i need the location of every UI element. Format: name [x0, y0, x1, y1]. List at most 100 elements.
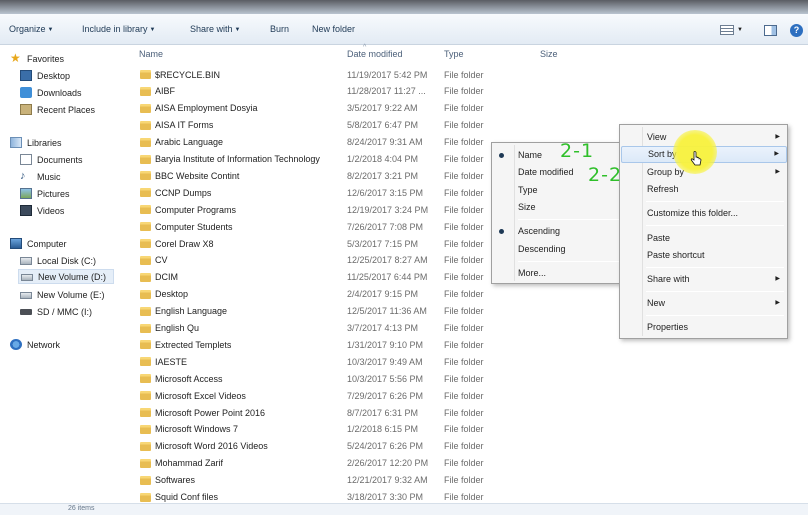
file-row[interactable]: AISA IT Forms 5/8/2017 6:47 PM File folder: [137, 117, 557, 134]
menu-label: Ascending: [518, 226, 561, 236]
folder-icon: [140, 340, 151, 350]
folder-icon: [140, 391, 151, 401]
nav-label: Favorites: [27, 53, 65, 64]
file-row[interactable]: AISA Employment Dosyia 3/5/2017 9:22 AM Fi…: [137, 100, 557, 117]
change-view-button[interactable]: ▼: [720, 23, 743, 37]
menu-separator: [646, 201, 784, 202]
file-type: File folder: [444, 407, 484, 418]
file-type: File folder: [444, 441, 484, 452]
file-row[interactable]: IAESTE 10/3/2017 9:49 AM File folder: [137, 353, 557, 370]
file-date: 3/18/2017 3:30 PM: [347, 492, 424, 502]
nav-label: Network: [27, 339, 61, 350]
nav-desktop[interactable]: Desktop: [20, 68, 70, 83]
menu-separator: [518, 261, 622, 262]
context-properties-item[interactable]: Properties: [620, 319, 787, 336]
nav-downloads[interactable]: Downloads: [20, 85, 82, 100]
column-header-size[interactable]: Size: [540, 49, 558, 59]
file-name: Computer Programs: [155, 204, 237, 215]
column-header-type[interactable]: Type: [444, 49, 464, 59]
help-icon: ?: [790, 23, 803, 37]
hand-cursor-icon: [690, 151, 702, 166]
menu-label: New: [647, 298, 666, 308]
file-row[interactable]: Extrected Templets 1/31/2017 9:10 PM File …: [137, 336, 557, 353]
file-date: 12/19/2017 3:24 PM: [347, 204, 429, 215]
nav-computer[interactable]: Computer: [10, 236, 67, 251]
file-row[interactable]: Mohammad Zarif 2/26/2017 12:20 PM File fol…: [137, 455, 557, 472]
sort-size-item[interactable]: Size: [492, 199, 625, 216]
sort-descending-item[interactable]: Descending: [492, 241, 625, 258]
context-customize-item[interactable]: Customize this folder...: [620, 205, 787, 222]
file-row[interactable]: Microsoft Word 2016 Videos 5/24/2017 6:26…: [137, 438, 557, 455]
file-type: File folder: [444, 424, 484, 435]
file-date: 8/2/2017 3:21 PM: [347, 170, 419, 181]
nav-new-volume-d[interactable]: New Volume (D:): [18, 269, 114, 284]
column-header-name[interactable]: Name: [139, 49, 163, 59]
file-row[interactable]: Softwares 12/21/2017 9:32 AM File folder: [137, 472, 557, 489]
sort-more-item[interactable]: More...: [492, 265, 625, 282]
include-in-library-label: Include in library: [82, 24, 148, 34]
sort-name-item[interactable]: Name: [492, 147, 625, 164]
file-type: File folder: [444, 458, 484, 469]
file-row[interactable]: Desktop 2/4/2017 9:15 PM File folder: [137, 286, 557, 303]
file-row[interactable]: English Qu 3/7/2017 4:13 PM File folder: [137, 320, 557, 337]
preview-pane-button[interactable]: [764, 23, 777, 37]
context-paste-shortcut-item[interactable]: Paste shortcut: [620, 247, 787, 264]
new-folder-button[interactable]: New folder: [312, 24, 355, 34]
context-paste-item[interactable]: Paste: [620, 230, 787, 247]
file-name: DCIM: [155, 272, 178, 283]
file-row[interactable]: $RECYCLE.BIN 11/19/2017 5:42 PM File folde…: [137, 66, 557, 83]
file-type: File folder: [444, 306, 484, 317]
folder-icon: [140, 205, 151, 215]
burn-label: Burn: [270, 24, 290, 34]
menu-separator: [646, 267, 784, 268]
file-row[interactable]: AIBF 11/28/2017 11:27 ... File folder: [137, 83, 557, 100]
menu-label: Name: [518, 150, 543, 160]
folder-icon: [140, 255, 151, 265]
file-date: 7/29/2017 6:26 PM: [347, 390, 424, 401]
sort-ascending-item[interactable]: Ascending: [492, 223, 625, 240]
nav-label: Music: [37, 171, 61, 182]
file-row[interactable]: English Language 12/5/2017 11:36 AM File f…: [137, 303, 557, 320]
file-row[interactable]: Microsoft Excel Videos 7/29/2017 6:26 PM F…: [137, 387, 557, 404]
file-date: 1/31/2017 9:10 PM: [347, 339, 424, 350]
nav-sd-mmc[interactable]: SD / MMC (I:): [20, 304, 92, 319]
nav-music[interactable]: ♪ Music: [20, 169, 61, 184]
nav-local-disk-c[interactable]: Local Disk (C:): [20, 253, 96, 268]
burn-button[interactable]: Burn: [270, 24, 289, 34]
nav-recent-places[interactable]: Recent Places: [20, 102, 95, 117]
file-type: File folder: [444, 221, 484, 232]
file-type: File folder: [444, 339, 484, 350]
column-header-date-modified[interactable]: Date modified: [347, 49, 403, 59]
file-name: Softwares: [155, 475, 196, 486]
nav-pictures[interactable]: Pictures: [20, 186, 70, 201]
nav-favorites[interactable]: ★ Favorites: [10, 51, 64, 66]
organize-button[interactable]: Organize ▼: [9, 24, 53, 34]
recent-places-icon: [20, 104, 32, 115]
file-date: 10/3/2017 9:49 AM: [347, 356, 423, 367]
help-button[interactable]: ?: [790, 23, 803, 37]
file-name: AISA IT Forms: [155, 120, 214, 131]
file-date: 11/19/2017 5:42 PM: [347, 69, 428, 80]
context-refresh-item[interactable]: Refresh: [620, 181, 787, 198]
share-with-button[interactable]: Share with ▼: [190, 24, 240, 34]
nav-videos[interactable]: Videos: [20, 203, 64, 218]
file-type: File folder: [444, 154, 484, 164]
file-date: 1/2/2018 4:04 PM: [347, 154, 419, 164]
include-in-library-button[interactable]: Include in library ▼: [82, 24, 155, 34]
dropdown-arrow-icon: ▼: [47, 27, 54, 33]
file-type: File folder: [444, 69, 484, 80]
navigation-pane: ★ Favorites Desktop Downloads Recent Plac…: [0, 46, 130, 506]
file-row[interactable]: Microsoft Power Point 2016 8/7/2017 6:31 …: [137, 404, 557, 421]
nav-libraries[interactable]: Libraries: [10, 135, 62, 150]
nav-documents[interactable]: Documents: [20, 152, 83, 167]
menu-label: Date modified: [518, 167, 574, 177]
context-share-with-item[interactable]: Share with ▶: [620, 271, 787, 288]
context-new-item[interactable]: New ▶: [620, 295, 787, 312]
nav-label: Computer: [27, 238, 67, 249]
nav-new-volume-e[interactable]: New Volume (E:): [20, 287, 105, 302]
menu-label: Group by: [647, 167, 685, 177]
nav-label: SD / MMC (I:): [37, 306, 92, 317]
file-row[interactable]: Microsoft Windows 7 1/2/2018 6:15 PM File …: [137, 421, 557, 438]
nav-network[interactable]: Network: [10, 337, 60, 352]
file-row[interactable]: Microsoft Access 10/3/2017 5:56 PM File fo…: [137, 370, 557, 387]
